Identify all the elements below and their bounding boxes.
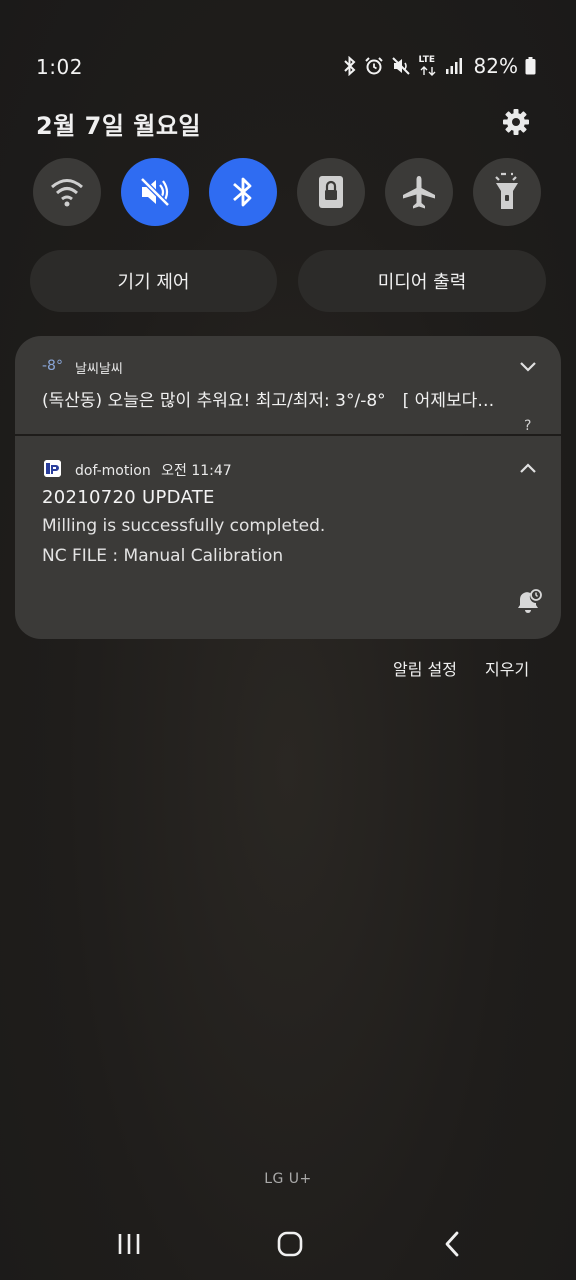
home-icon — [277, 1231, 303, 1257]
back-button[interactable] — [432, 1226, 472, 1262]
flashlight-icon — [495, 172, 518, 209]
back-icon — [445, 1231, 459, 1257]
chevron-down-icon[interactable] — [519, 361, 537, 373]
wifi-icon — [51, 179, 83, 207]
battery-percent: 82% — [473, 54, 518, 78]
airplane-toggle[interactable] — [385, 158, 453, 226]
bluetooth-icon — [343, 56, 356, 76]
lock-icon — [319, 176, 343, 208]
carrier-label: LG U+ — [264, 1171, 312, 1187]
gear-icon[interactable] — [500, 106, 532, 138]
dof-app-name: dof-motion — [75, 463, 151, 479]
status-icons: LTE 82% — [343, 54, 536, 78]
date-label: 2월 7일 월요일 — [36, 112, 202, 140]
weather-notification[interactable] — [15, 336, 561, 434]
notification-settings-button[interactable]: 알림 설정 — [393, 656, 457, 680]
dof-time: 오전 11:47 — [161, 463, 232, 479]
alarm-icon — [364, 57, 383, 75]
network-type: LTE — [418, 55, 436, 65]
bluetooth-icon — [233, 177, 252, 207]
bluetooth-toggle[interactable] — [209, 158, 277, 226]
weather-app-name: 날씨날씨 — [75, 362, 123, 377]
dof-line-1: Milling is successfully completed. — [42, 516, 326, 536]
dof-app-icon — [44, 460, 61, 477]
device-control-button[interactable]: 기기 제어 — [30, 250, 277, 312]
recent-apps-icon — [118, 1234, 140, 1254]
wifi-toggle[interactable] — [33, 158, 101, 226]
media-output-button[interactable]: 미디어 출력 — [298, 250, 546, 312]
mute-icon — [140, 177, 170, 207]
weather-temp: -8° — [42, 358, 63, 374]
mute-icon — [391, 57, 410, 75]
signal-icon — [445, 58, 462, 74]
lte-icon: LTE — [418, 55, 438, 77]
rotation-lock-toggle[interactable] — [297, 158, 365, 226]
dof-app-meta: dof-motion 오전 11:47 — [75, 460, 232, 480]
flashlight-toggle[interactable] — [473, 158, 541, 226]
chevron-up-icon[interactable] — [519, 462, 537, 474]
status-time: 1:02 — [36, 55, 83, 79]
weather-body: (독산동) 오늘은 많이 추워요! 최고/최저: 3°/-8° [ 어제보다… — [42, 391, 495, 411]
snooze-bell-icon[interactable] — [514, 587, 542, 615]
dof-line-2: NC FILE : Manual Calibration — [42, 546, 284, 566]
dof-title: 20210720 UPDATE — [42, 487, 215, 508]
recent-apps-button[interactable] — [109, 1226, 149, 1262]
sound-toggle[interactable] — [121, 158, 189, 226]
home-button[interactable] — [270, 1226, 310, 1262]
battery-icon — [525, 57, 536, 75]
weather-more-indicator: ? — [524, 418, 532, 434]
clear-all-button[interactable]: 지우기 — [485, 656, 529, 680]
airplane-icon — [403, 176, 435, 209]
